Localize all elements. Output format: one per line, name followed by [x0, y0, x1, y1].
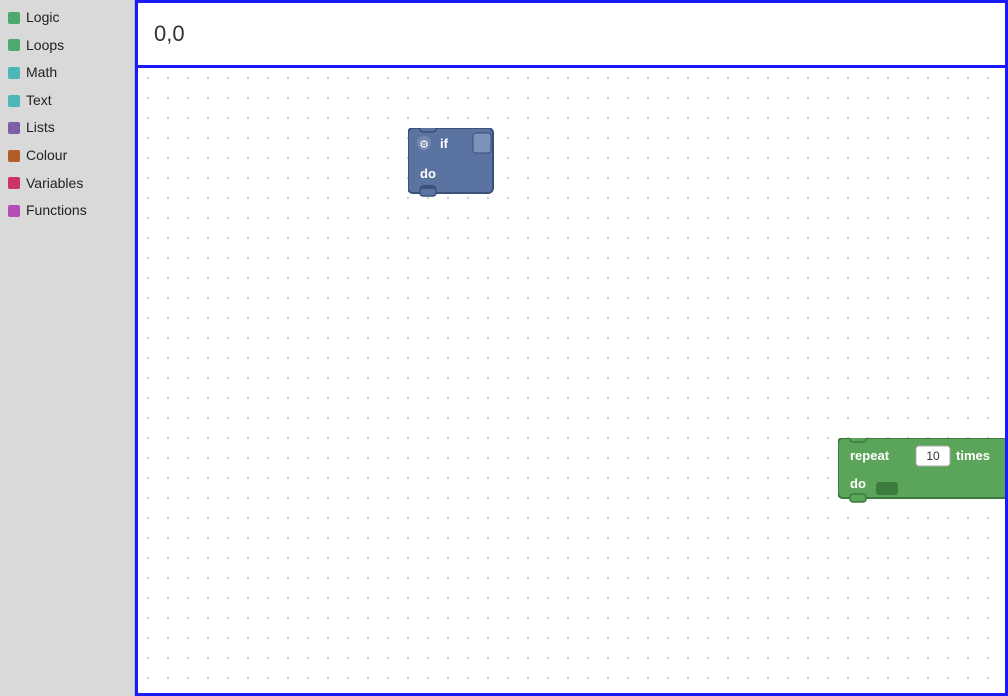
svg-text:do: do [420, 166, 436, 181]
sidebar-item-lists[interactable]: Lists [0, 114, 134, 142]
repeat-block[interactable]: repeat 10 times do [838, 438, 1008, 508]
sidebar-color-functions [8, 205, 20, 217]
sidebar-color-loops [8, 39, 20, 51]
svg-text:⚙: ⚙ [419, 139, 429, 151]
sidebar-item-loops[interactable]: Loops [0, 32, 134, 60]
sidebar-item-math[interactable]: Math [0, 59, 134, 87]
if-block-svg: ⚙ if do [408, 128, 498, 198]
sidebar-item-logic[interactable]: Logic [0, 4, 134, 32]
sidebar-item-text[interactable]: Text [0, 87, 134, 115]
svg-text:10: 10 [926, 449, 940, 463]
svg-text:if: if [440, 136, 449, 151]
coord-bar: 0,0 [135, 0, 1008, 68]
sidebar-item-functions[interactable]: Functions [0, 197, 134, 225]
sidebar-color-colour [8, 150, 20, 162]
sidebar-color-variables [8, 177, 20, 189]
main-area: 0,0 ⚙ if do [135, 0, 1008, 696]
sidebar-item-colour[interactable]: Colour [0, 142, 134, 170]
svg-text:times: times [956, 448, 990, 463]
coord-text: 0,0 [154, 21, 185, 47]
sidebar-label-text: Text [26, 91, 52, 111]
sidebar-color-lists [8, 122, 20, 134]
sidebar-color-text [8, 95, 20, 107]
svg-text:do: do [850, 476, 866, 491]
sidebar: Logic Loops Math Text Lists Colour Variables Fu… [0, 0, 135, 696]
sidebar-label-functions: Functions [26, 201, 87, 221]
if-block[interactable]: ⚙ if do [408, 128, 498, 203]
sidebar-label-lists: Lists [26, 118, 55, 138]
sidebar-label-colour: Colour [26, 146, 67, 166]
svg-text:repeat: repeat [850, 448, 890, 463]
sidebar-item-variables[interactable]: Variables [0, 170, 134, 198]
sidebar-label-loops: Loops [26, 36, 64, 56]
sidebar-label-logic: Logic [26, 8, 59, 28]
sidebar-label-variables: Variables [26, 174, 83, 194]
sidebar-label-math: Math [26, 63, 57, 83]
repeat-block-svg: repeat 10 times do [838, 438, 1008, 503]
sidebar-color-math [8, 67, 20, 79]
sidebar-color-logic [8, 12, 20, 24]
canvas-area[interactable]: ⚙ if do repeat 10 [135, 68, 1008, 696]
